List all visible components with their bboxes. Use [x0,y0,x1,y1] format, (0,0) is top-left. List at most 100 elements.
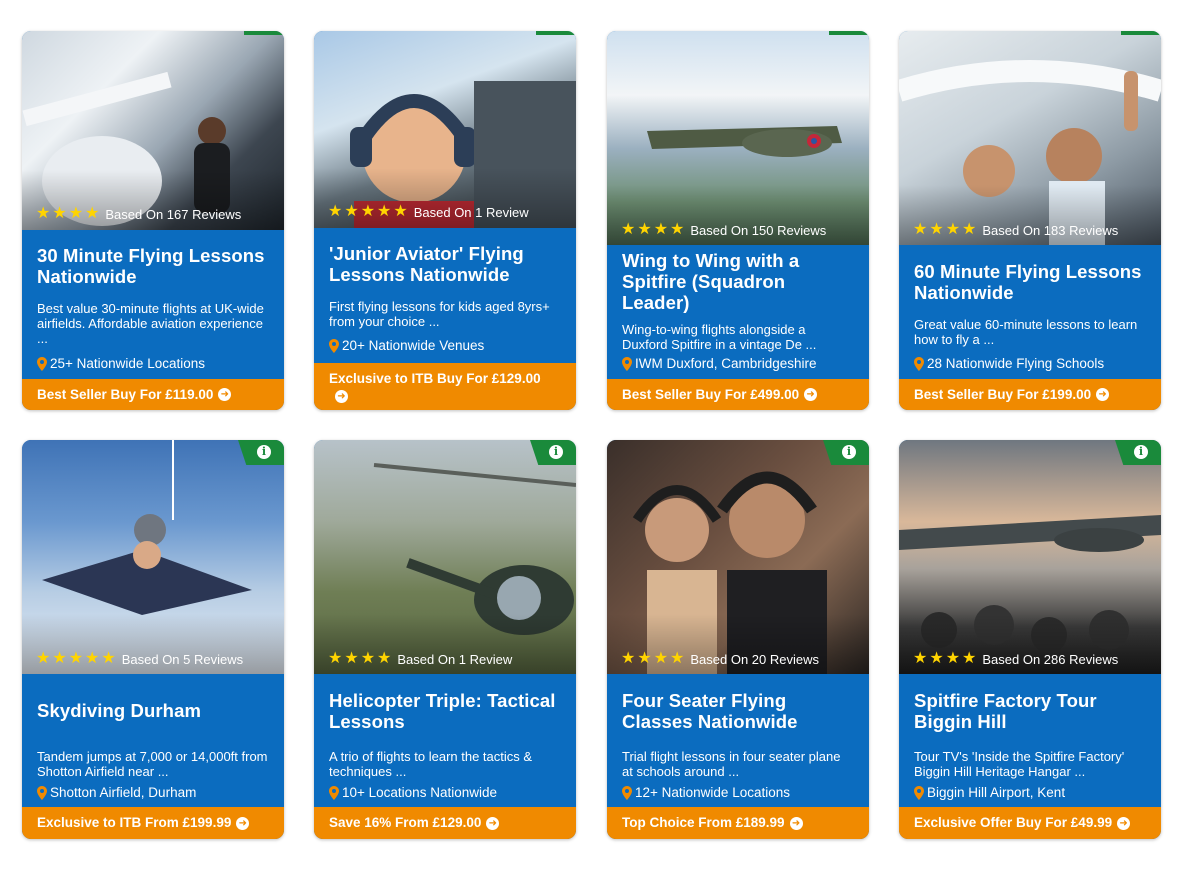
badge [536,31,576,35]
arrow-circle-right-icon: ➜ [804,388,818,401]
map-pin-icon [914,785,924,800]
card-title[interactable]: Skydiving Durham [37,700,269,721]
product-image[interactable] [314,440,576,674]
product-image[interactable] [899,31,1161,245]
card-body: Four Seater Flying Classes Nationwide Tr… [607,690,869,779]
location-label: Biggin Hill Airport, Kent [927,785,1066,800]
card-location: Shotton Airfield, Durham [37,785,196,800]
card-title[interactable]: 'Junior Aviator' Flying Lessons Nationwi… [329,243,561,285]
buy-button[interactable]: Exclusive to ITB Buy For £129.00 ➜ [314,363,576,410]
star-icon: ★ [344,650,359,667]
card-description: Trial flight lessons in four seater plan… [622,749,841,779]
buy-button[interactable]: Top Choice From £189.99 ➜ [607,807,869,839]
star-icon: ★ [36,650,51,667]
badge [244,31,284,35]
reviews-count: Based On 150 Reviews [690,222,827,238]
badge [829,31,869,35]
star-icon: ★ [377,203,392,220]
star-icon: ★ [377,650,392,667]
product-image[interactable] [314,31,576,228]
location-label: 28 Nationwide Flying Schools [927,356,1105,371]
star-icon: ★ [101,650,116,667]
card-body: Helicopter Triple: Tactical Lessons A tr… [314,690,576,779]
star-icon: ★ [52,205,67,222]
star-icon: ★ [637,221,652,238]
card-description: Best value 30-minute flights at UK-wide … [37,301,264,346]
rating: ★ ★ ★ ★ Based On 286 Reviews [913,651,1118,667]
info-icon[interactable]: i [549,445,563,459]
star-icon: ★ [328,203,343,220]
star-icon: ★ [929,650,944,667]
product-image[interactable] [607,440,869,674]
star-icon: ★ [621,221,636,238]
buy-button[interactable]: Best Seller Buy For £199.00 ➜ [899,379,1161,410]
map-pin-icon [37,356,47,371]
product-card[interactable]: ★ ★ ★ ★ Based On 183 Reviews 60 Minute F… [899,31,1161,410]
star-icon: ★ [52,650,67,667]
arrow-circle-right-icon: ➜ [486,816,500,830]
badge [1121,31,1161,35]
card-location: 20+ Nationwide Venues [329,338,484,353]
card-body: 60 Minute Flying Lessons Nationwide Grea… [899,261,1161,347]
star-icon: ★ [85,650,100,667]
reviews-count: Based On 20 Reviews [690,651,819,667]
star-icon: ★ [945,221,961,238]
location-label: 20+ Nationwide Venues [342,338,485,353]
card-location: 28 Nationwide Flying Schools [914,356,1104,371]
map-pin-icon [329,785,339,800]
cta-label: Best Seller Buy For £119.00 [37,386,214,402]
buy-button[interactable]: Best Seller Buy For £499.00 ➜ [607,379,869,410]
product-image[interactable] [22,31,284,230]
card-description: First flying lessons for kids aged 8yrs+… [329,299,550,329]
info-icon[interactable]: i [1134,445,1148,459]
buy-button[interactable]: Best Seller Buy For £119.00 ➜ [22,379,284,410]
product-card[interactable]: i ★ ★ ★ ★ ★ Based On 5 Reviews Skydiving… [22,440,284,839]
product-card[interactable]: i ★ ★ ★ ★ Based On 1 Review Helicopter T… [314,440,576,839]
card-title[interactable]: Helicopter Triple: Tactical Lessons [329,690,561,732]
product-card[interactable]: ★ ★ ★ ★ Based On 150 Reviews Wing to Win… [607,31,869,410]
star-icon: ★ [945,650,961,667]
reviews-count: Based On 286 Reviews [982,651,1119,667]
star-icon: ★ [328,650,343,667]
buy-button[interactable]: Exclusive Offer Buy For £49.99 ➜ [899,807,1161,839]
product-image[interactable] [607,31,869,245]
product-card[interactable]: i ★ ★ ★ ★ Based On 20 Reviews Four Seate… [607,440,869,839]
cta-label: Best Seller Buy For £499.00 [622,386,800,402]
star-icon: ★ [68,205,84,222]
buy-button[interactable]: Exclusive to ITB From £199.99 ➜ [22,807,284,839]
product-card[interactable]: ★ ★ ★ ★ ★ Based On 1 Review 'Junior Avia… [314,31,576,410]
card-title[interactable]: Wing to Wing with a Spitfire (Squadron L… [622,250,854,313]
cta-label: Exclusive to ITB Buy For £129.00 [329,370,541,386]
card-title[interactable]: Four Seater Flying Classes Nationwide [622,690,854,732]
card-title[interactable]: 30 Minute Flying Lessons Nationwide [37,245,269,287]
product-card[interactable]: i ★ ★ ★ ★ Based On 286 Reviews Spitfire … [899,440,1161,839]
star-icon: ★ [360,203,376,220]
star-icon: ★ [637,650,652,667]
cta-label: Top Choice From £189.99 [622,815,785,830]
reviews-count: Based On 1 Review [397,651,513,667]
rating: ★ ★ ★ ★ ★ Based On 5 Reviews [36,651,243,667]
arrow-circle-right-icon: ➜ [1117,816,1131,830]
card-description: Tandem jumps at 7,000 or 14,000ft from S… [37,749,268,779]
card-title[interactable]: Spitfire Factory Tour Biggin Hill [914,690,1146,732]
cta-label: Exclusive Offer Buy For £49.99 [914,815,1113,830]
card-title[interactable]: 60 Minute Flying Lessons Nationwide [914,261,1146,303]
product-image[interactable] [899,440,1161,674]
location-label: 12+ Nationwide Locations [635,785,790,800]
reviews-count: Based On 167 Reviews [105,206,242,222]
rating: ★ ★ ★ ★ ★ Based On 1 Review [328,204,529,220]
info-icon[interactable]: i [842,445,856,459]
card-location: 10+ Locations Nationwide [329,785,497,800]
card-body: 'Junior Aviator' Flying Lessons Nationwi… [314,243,576,329]
map-pin-icon [329,338,339,353]
map-pin-icon [622,785,632,800]
star-icon: ★ [653,221,669,238]
buy-button[interactable]: Save 16% From £129.00 ➜ [314,807,576,839]
info-icon[interactable]: i [257,445,271,459]
product-image[interactable] [22,440,284,674]
reviews-count: Based On 183 Reviews [982,222,1119,238]
product-card[interactable]: ★ ★ ★ ★ Based On 167 Reviews 30 Minute F… [22,31,284,410]
card-body: Wing to Wing with a Spitfire (Squadron L… [607,250,869,352]
star-icon: ★ [913,221,928,238]
card-body: 30 Minute Flying Lessons Nationwide Best… [22,245,284,346]
